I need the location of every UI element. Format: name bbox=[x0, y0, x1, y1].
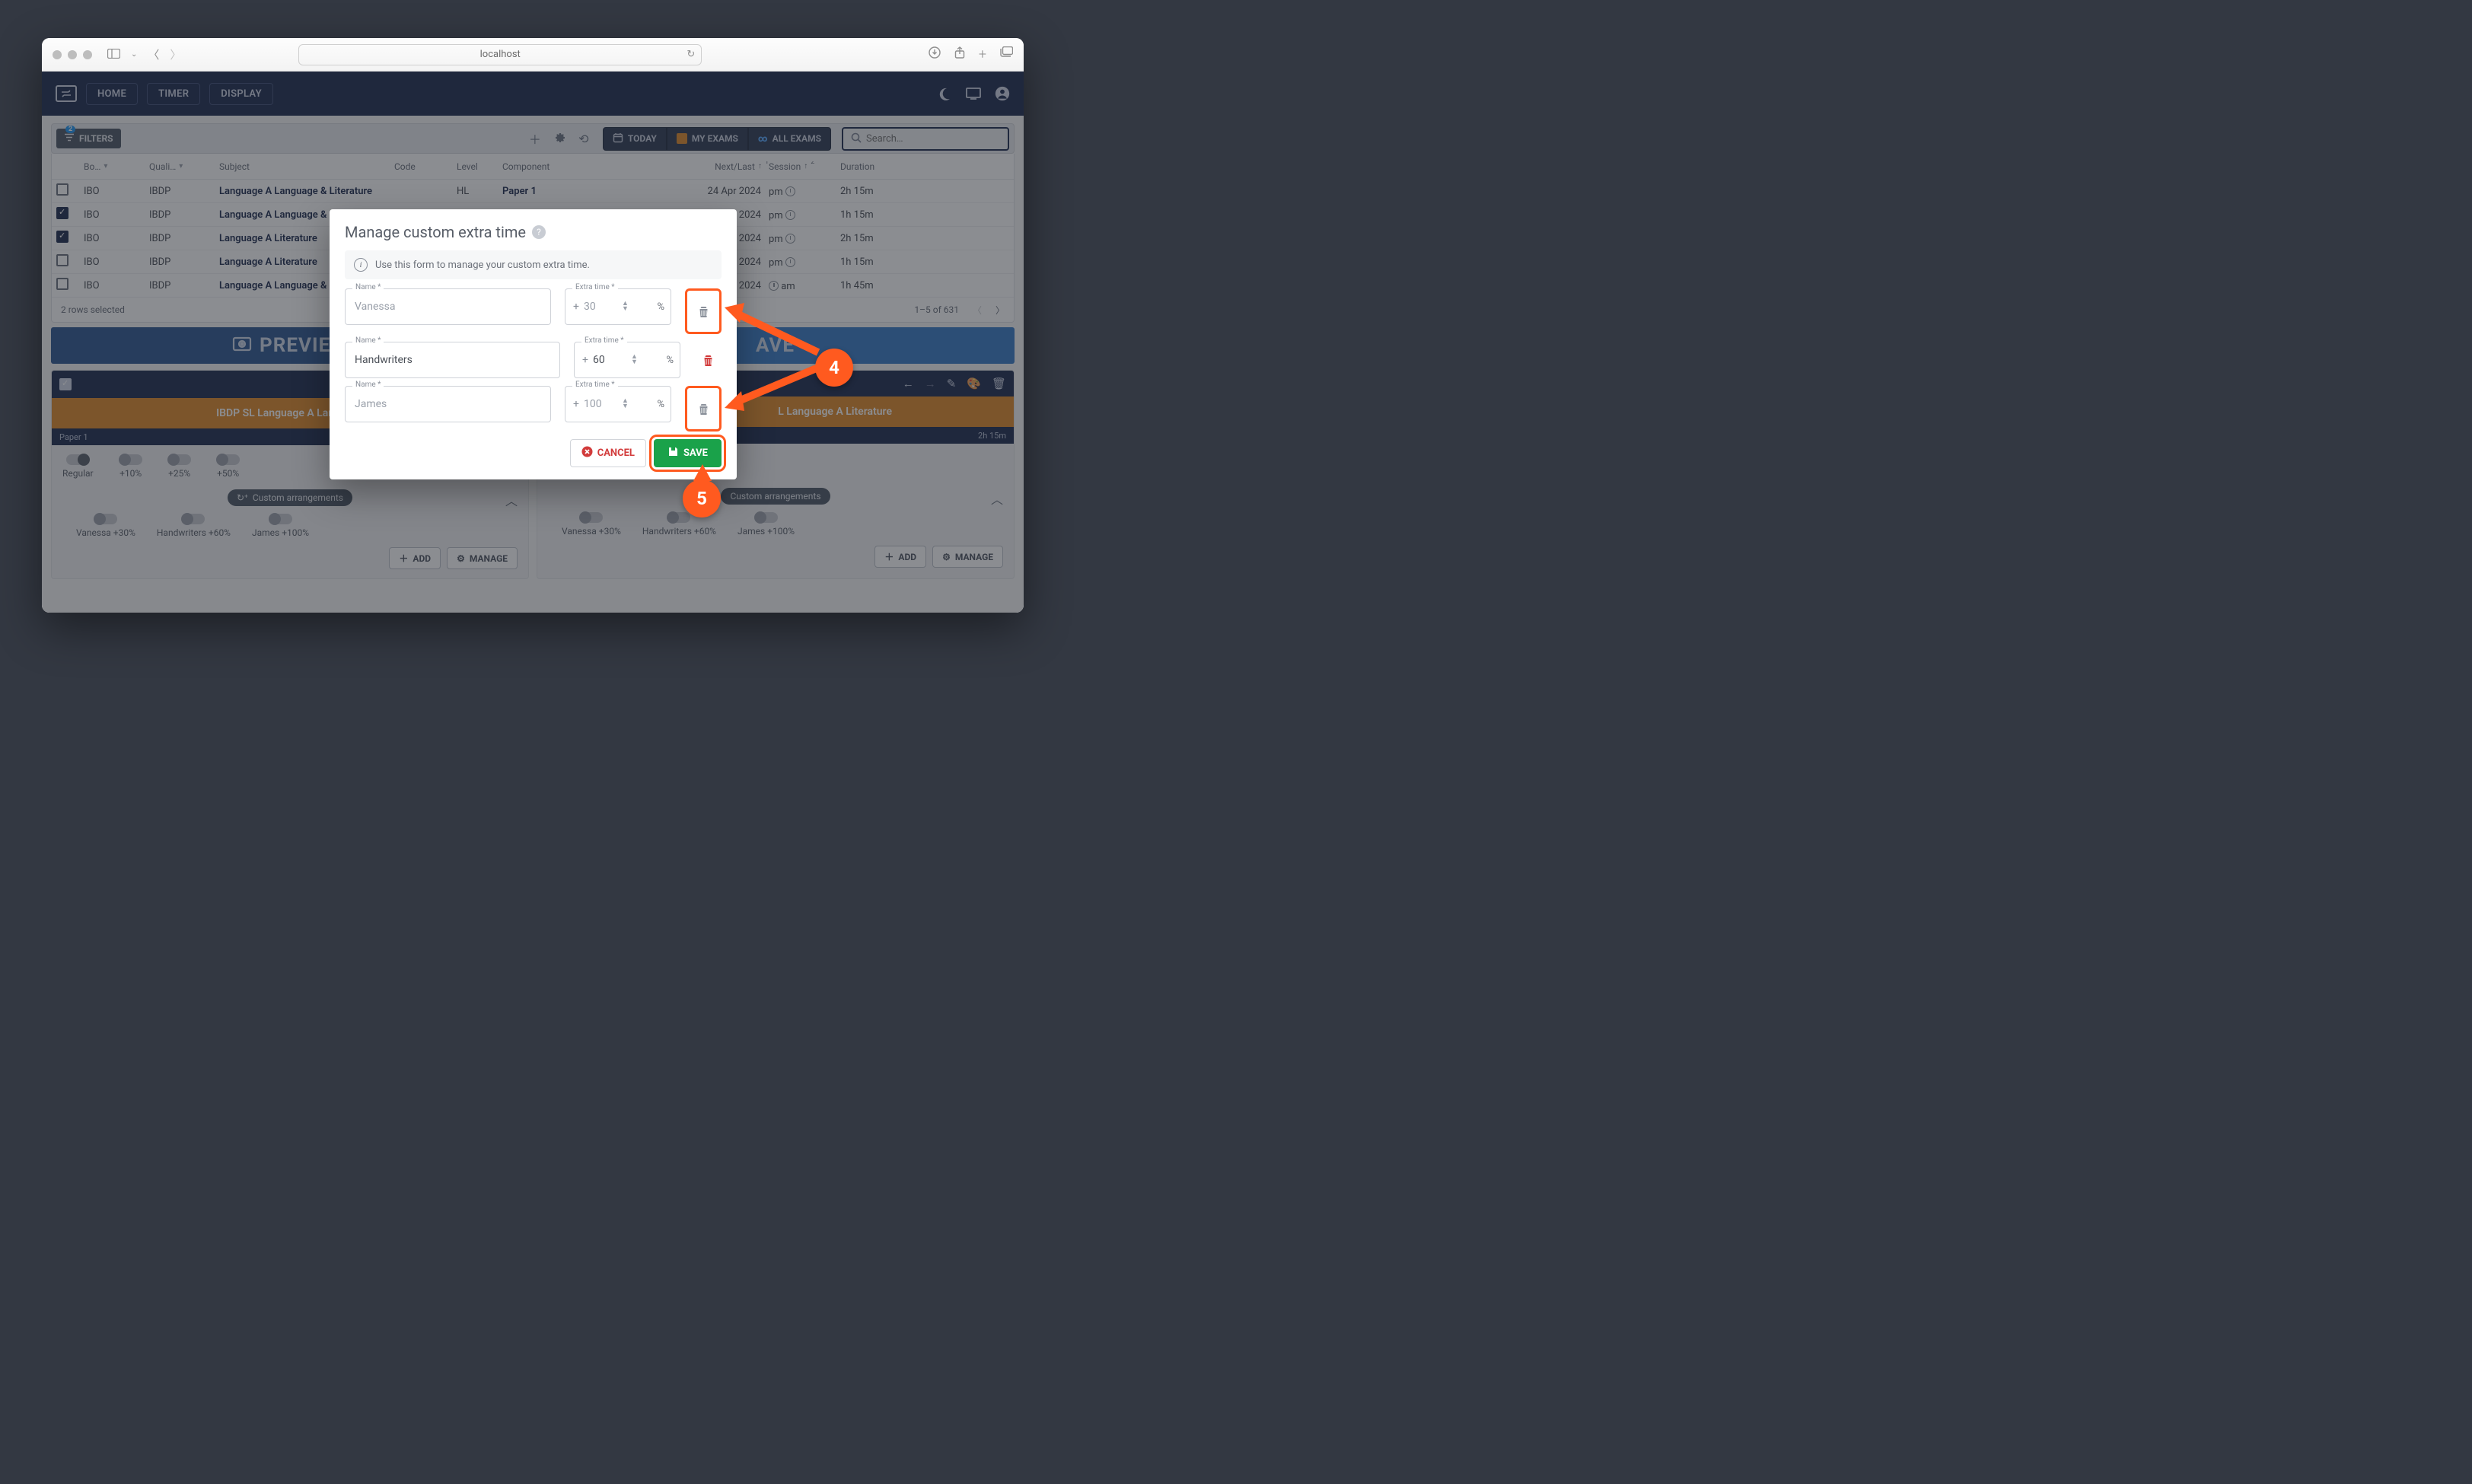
field-label: Name * bbox=[352, 283, 384, 291]
extra-time-row: Name *Extra time *+▲▼% bbox=[345, 342, 722, 378]
extra-time-row: Name *Extra time *+▲▼% bbox=[345, 386, 722, 432]
field-label: Name * bbox=[352, 381, 384, 389]
field-label: Extra time * bbox=[572, 283, 618, 291]
stepper-icon[interactable]: ▲▼ bbox=[622, 399, 629, 409]
annotation-bubble-5: 5 bbox=[683, 479, 721, 517]
help-icon[interactable]: ? bbox=[532, 225, 546, 239]
manage-extra-time-dialog: Manage custom extra time ? i Use this fo… bbox=[330, 209, 737, 479]
cancel-button[interactable]: CANCEL bbox=[570, 439, 646, 467]
window-traffic-lights[interactable] bbox=[53, 50, 92, 59]
address-text: localhost bbox=[480, 49, 521, 60]
plus-prefix: + bbox=[573, 301, 579, 313]
plus-prefix: + bbox=[573, 398, 579, 410]
percent-label: % bbox=[657, 301, 664, 313]
tab-overview-icon[interactable] bbox=[1000, 46, 1013, 62]
sidebar-toggle-icon[interactable] bbox=[107, 48, 120, 62]
name-input[interactable] bbox=[345, 386, 551, 422]
plus-prefix: + bbox=[582, 354, 588, 366]
extra-time-input[interactable] bbox=[584, 301, 617, 313]
share-icon[interactable] bbox=[954, 46, 965, 62]
nav-forward-icon[interactable]: 〉 bbox=[170, 46, 181, 62]
extra-time-input[interactable] bbox=[593, 354, 626, 366]
field-label: Extra time * bbox=[581, 336, 627, 345]
downloads-icon[interactable] bbox=[929, 46, 941, 62]
field-label: Name * bbox=[352, 336, 384, 345]
info-icon: i bbox=[354, 258, 368, 272]
annotation-highlight bbox=[685, 386, 722, 432]
annotation-highlight bbox=[685, 288, 722, 334]
percent-label: % bbox=[666, 355, 674, 366]
close-window-dot[interactable] bbox=[53, 50, 62, 59]
save-icon bbox=[667, 446, 679, 460]
delete-row-button[interactable] bbox=[690, 293, 717, 330]
nav-back-icon[interactable]: 〈 bbox=[148, 46, 159, 62]
new-tab-icon[interactable]: + bbox=[979, 46, 986, 62]
annotation-arrow bbox=[723, 303, 822, 356]
browser-window: ⌄ 〈 〉 localhost ↻ + HOME TIMER DISPLA bbox=[42, 38, 1024, 613]
minimize-window-dot[interactable] bbox=[68, 50, 77, 59]
annotation-arrow bbox=[723, 365, 822, 411]
mac-titlebar: ⌄ 〈 〉 localhost ↻ + bbox=[42, 38, 1024, 72]
delete-row-button[interactable] bbox=[694, 342, 722, 378]
dialog-save-button[interactable]: SAVE bbox=[654, 439, 722, 467]
extra-time-row: Name *Extra time *+▲▼% bbox=[345, 288, 722, 334]
reload-icon[interactable]: ↻ bbox=[686, 49, 695, 60]
delete-row-button[interactable] bbox=[690, 390, 717, 427]
percent-label: % bbox=[657, 399, 664, 410]
stepper-icon[interactable]: ▲▼ bbox=[631, 355, 638, 365]
address-bar[interactable]: localhost ↻ bbox=[298, 44, 702, 65]
cancel-icon bbox=[581, 446, 593, 460]
name-input[interactable] bbox=[345, 342, 560, 378]
extra-time-input[interactable] bbox=[584, 398, 617, 410]
field-label: Extra time * bbox=[572, 381, 618, 389]
chevron-down-icon[interactable]: ⌄ bbox=[131, 50, 137, 59]
dialog-title: Manage custom extra time bbox=[345, 223, 526, 241]
stepper-icon[interactable]: ▲▼ bbox=[622, 301, 629, 312]
name-input[interactable] bbox=[345, 288, 551, 325]
dialog-info-bar: i Use this form to manage your custom ex… bbox=[345, 250, 722, 279]
annotation-arrow bbox=[693, 464, 712, 482]
zoom-window-dot[interactable] bbox=[83, 50, 92, 59]
